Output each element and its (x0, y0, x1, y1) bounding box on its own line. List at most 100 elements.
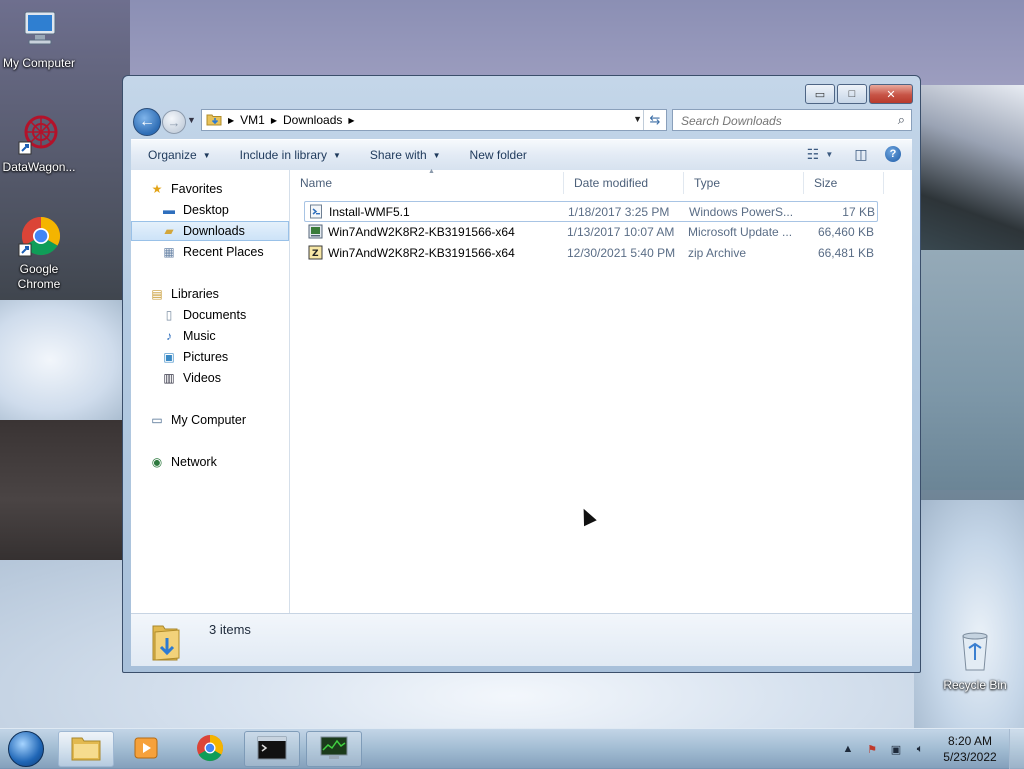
nav-label: My Computer (171, 413, 247, 427)
nav-label: Desktop (183, 203, 229, 217)
nav-network[interactable]: ◉ Network (149, 452, 289, 472)
svg-text:Z: Z (312, 249, 319, 259)
address-bar[interactable]: ▶ VM1 ▶ Downloads ▶ ▼ ⇆ (201, 109, 667, 131)
file-type: Windows PowerS... (689, 205, 794, 219)
action-center-icon[interactable]: ⚑ (863, 740, 881, 758)
close-button[interactable]: ✕ (869, 84, 913, 104)
nav-label: Music (183, 329, 216, 343)
explorer-window: ▭ □ ✕ ← → ▼ ▶ VM1 ▶ Downloads ▶ ▼ ⇆ Sear… (122, 75, 921, 673)
desktop-icon-recycle-bin[interactable]: Recycle Bin (936, 630, 1014, 693)
preview-pane-button[interactable]: ◫ (850, 144, 872, 164)
file-row[interactable]: Install-WMF5.1 1/18/2017 3:25 PM Windows… (304, 201, 878, 222)
wallpaper-water (914, 250, 1024, 490)
clock[interactable]: 8:20 AM 5/23/2022 (935, 733, 1005, 765)
taskbar: ▲ ⚑ ▣ 🔈︎ 8:20 AM 5/23/2022 (0, 728, 1024, 769)
details-pane: 3 items (131, 613, 912, 666)
show-desktop-button[interactable] (1009, 729, 1024, 769)
recycle-bin-icon (953, 630, 997, 674)
nav-label: Recent Places (183, 245, 264, 259)
search-input[interactable] (679, 111, 883, 131)
share-with-button[interactable]: Share with ▼ (370, 148, 441, 162)
forward-arrow-icon: → (167, 114, 181, 130)
column-header-name[interactable]: Name (290, 172, 564, 194)
file-size: 66,481 KB (817, 246, 874, 260)
nav-label: Libraries (171, 287, 219, 301)
column-header-type[interactable]: Type (684, 172, 804, 194)
file-type: Microsoft Update ... (688, 225, 793, 239)
nav-downloads[interactable]: ▰ Downloads (131, 221, 289, 241)
taskbar-explorer[interactable] (58, 731, 114, 767)
breadcrumb-downloads[interactable]: Downloads (283, 113, 342, 127)
organize-button[interactable]: Organize ▼ (148, 148, 211, 162)
column-header-date-modified[interactable]: Date modified (564, 172, 684, 194)
navigation-pane: ★ Favorites ▬ Desktop ▰ Downloads ▦ Rece… (131, 170, 290, 613)
breadcrumb-separator-icon: ▶ (348, 115, 355, 125)
file-row[interactable]: Win7AndW2K8R2-KB3191566-x64 1/13/2017 10… (304, 222, 878, 243)
desktop-icon-google-chrome[interactable]: Google Chrome (0, 214, 78, 292)
breadcrumb-separator-icon: ▶ (228, 115, 235, 125)
videos-icon: ▥ (163, 371, 175, 385)
item-count: 3 items (209, 622, 251, 637)
navigation-bar: ← → ▼ ▶ VM1 ▶ Downloads ▶ ▼ ⇆ ⌕ (131, 107, 912, 136)
include-in-library-button[interactable]: Include in library ▼ (240, 148, 341, 162)
breadcrumb-separator-icon: ▶ (270, 115, 277, 125)
powershell-script-icon (309, 204, 324, 219)
file-size: 66,460 KB (817, 225, 874, 239)
nav-label: Pictures (183, 350, 229, 364)
desktop-icon-datawagon[interactable]: DataWagon... (0, 112, 78, 175)
details-view-icon: ☷ (806, 145, 820, 162)
file-list: ▲ Name Date modified Type Size Install-W… (290, 168, 912, 613)
nav-label: Videos (183, 371, 221, 385)
taskbar-media-player[interactable] (118, 731, 174, 767)
refresh-button[interactable]: ⇆ (643, 110, 666, 130)
close-icon: ✕ (886, 88, 896, 101)
taskbar-task-manager[interactable] (306, 731, 362, 767)
search-icon[interactable]: ⌕ (898, 112, 905, 128)
caption-buttons: ▭ □ ✕ (803, 84, 913, 104)
toolbar-right-group: ☷ ▼ ◫ ? (790, 144, 904, 164)
chevron-down-icon: ▼ (202, 150, 211, 160)
file-name: Install-WMF5.1 (329, 205, 410, 219)
nav-libraries[interactable]: ▤ Libraries (149, 284, 289, 304)
start-button[interactable] (4, 731, 48, 767)
help-icon: ? (885, 146, 901, 162)
network-icon: ◉ (151, 455, 163, 469)
file-row[interactable]: Z Win7AndW2K8R2-KB3191566-x64 12/30/2021… (304, 243, 878, 264)
minimize-button[interactable]: ▭ (805, 84, 835, 104)
desktop-icon: ▬ (163, 203, 175, 217)
recent-pages-dropdown[interactable]: ▼ (187, 115, 196, 125)
change-view-button[interactable]: ☷ ▼ (800, 144, 840, 164)
downloads-folder-icon: ▰ (164, 224, 174, 238)
column-header-size[interactable]: Size (804, 172, 884, 194)
back-arrow-icon: ← (139, 113, 155, 130)
file-date: 1/13/2017 10:07 AM (567, 225, 675, 239)
file-date: 12/30/2021 5:40 PM (567, 246, 676, 260)
computer-icon: ▭ (151, 413, 163, 427)
chevron-down-icon: ▼ (333, 150, 341, 160)
nav-my-computer[interactable]: ▭ My Computer (149, 410, 289, 430)
show-hidden-icons-button[interactable]: ▲ (839, 740, 857, 758)
help-button[interactable]: ? (882, 144, 904, 164)
volume-icon[interactable]: 🔈︎ (911, 740, 929, 758)
wallpaper-ice-left (0, 300, 125, 420)
libraries-icon: ▤ (151, 287, 163, 301)
nav-favorites[interactable]: ★ Favorites (149, 179, 289, 199)
wallpaper-mountain-right (914, 85, 1024, 255)
nav-label: Documents (183, 308, 247, 322)
network-status-icon[interactable]: ▣ (887, 740, 905, 758)
taskbar-command-prompt[interactable] (244, 731, 300, 767)
address-history-dropdown[interactable]: ▼ (633, 114, 642, 124)
new-folder-button[interactable]: New folder (470, 148, 527, 162)
file-name: Win7AndW2K8R2-KB3191566-x64 (328, 246, 515, 260)
breadcrumb-vm1[interactable]: VM1 (240, 113, 265, 127)
back-button[interactable]: ← (133, 108, 161, 136)
folder-icon (70, 734, 102, 765)
forward-button[interactable]: → (162, 110, 186, 134)
desktop-icon-my-computer[interactable]: My Computer (0, 8, 78, 71)
command-toolbar: Organize ▼ Include in library ▼ Share wi… (131, 139, 912, 171)
column-label: Type (694, 176, 721, 190)
documents-icon: ▯ (165, 308, 173, 322)
chevron-down-icon: ▼ (432, 150, 441, 160)
taskbar-chrome[interactable] (182, 731, 238, 767)
maximize-button[interactable]: □ (837, 84, 867, 104)
